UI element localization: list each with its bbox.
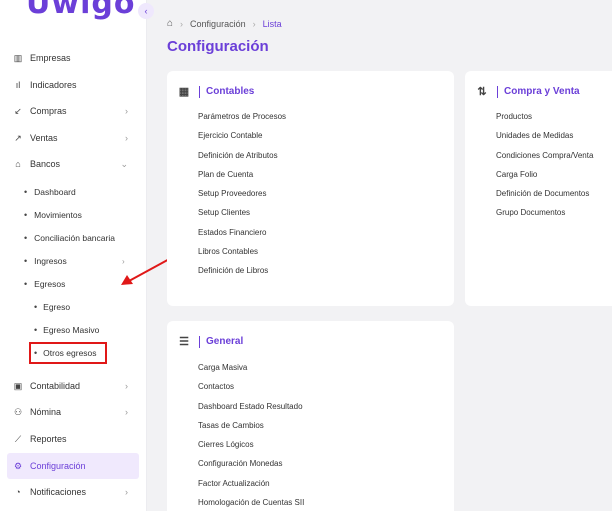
card-link[interactable]: Contactos <box>198 381 304 400</box>
app-logo: Uwigo <box>26 0 136 21</box>
submenu-item-egreso-masivo[interactable]: • Egreso Masivo <box>34 325 99 335</box>
breadcrumb-current: Lista <box>262 18 282 29</box>
sidebar-item-label: Contabilidad <box>30 381 81 391</box>
calculator-icon: ▣ <box>13 380 23 391</box>
card-link[interactable]: Setup Proveedores <box>198 188 286 207</box>
submenu-item-label: Egreso Masivo <box>43 325 100 335</box>
sidebar-item-reportes[interactable]: ⟋ Reportes <box>12 430 136 448</box>
chevron-right-icon: › <box>125 381 128 391</box>
card-link[interactable]: Ejercicio Contable <box>198 130 286 149</box>
arrow-up-right-icon: ↗ <box>14 132 22 143</box>
card-link-list: Parámetros de Procesos Ejercicio Contabl… <box>198 111 286 285</box>
submenu-item-egreso[interactable]: • Egreso <box>34 302 70 312</box>
swap-vertical-icon: ⇅ <box>477 86 487 98</box>
sidebar-item-compras[interactable]: ↙ Compras › <box>12 102 136 120</box>
sidebar-item-label: Empresas <box>30 53 71 63</box>
gear-icon: ⚙ <box>13 460 23 471</box>
sidebar-item-label: Indicadores <box>30 80 77 90</box>
card-link[interactable]: Definición de Libros <box>198 265 286 284</box>
sidebar-item-label: Reportes <box>30 434 67 444</box>
card-link-list: Carga Masiva Contactos Dashboard Estado … <box>198 362 304 511</box>
card-title: General <box>206 336 244 347</box>
card-link[interactable]: Tasas de Cambios <box>198 420 304 439</box>
bank-icon: ⌂ <box>15 159 21 169</box>
sidebar-item-label: Nómina <box>30 407 62 417</box>
sidebar-item-nomina[interactable]: ⚇ Nómina › <box>12 403 136 421</box>
calculator-icon: ▦ <box>178 86 190 98</box>
card-link[interactable]: Condiciones Compra/Venta <box>496 150 593 169</box>
card-link[interactable]: Parámetros de Procesos <box>198 111 286 130</box>
bell-icon: ◔ <box>15 487 21 497</box>
breadcrumb: ⌂ › Configuración › Lista <box>167 18 282 29</box>
submenu-item-movimientos[interactable]: • Movimientos <box>24 210 82 220</box>
card-link[interactable]: Definición de Atributos <box>198 150 286 169</box>
card-link[interactable]: Plan de Cuenta <box>198 169 286 188</box>
chevron-right-icon: › <box>125 133 128 143</box>
list-settings-icon: ☰ <box>179 336 189 348</box>
card-header: ⇅ Compra y Venta <box>475 85 580 98</box>
submenu-item-dashboard[interactable]: • Dashboard <box>24 187 76 197</box>
submenu-item-label: Dashboard <box>34 187 76 197</box>
card-title: Compra y Venta <box>504 86 580 97</box>
card-link[interactable]: Unidades de Medidas <box>496 130 593 149</box>
card-link[interactable]: Carga Masiva <box>198 362 304 381</box>
line-chart-icon: ⟋ <box>14 433 22 444</box>
chevron-right-icon: › <box>125 407 128 417</box>
submenu-item-conciliacion[interactable]: • Conciliación bancaria <box>24 233 115 243</box>
sidebar-item-label: Ventas <box>30 133 58 143</box>
sidebar-item-configuracion[interactable]: ⚙ Configuración <box>7 453 139 479</box>
card-link[interactable]: Carga Folio <box>496 169 593 188</box>
sidebar-item-empresas[interactable]: ▥ Empresas <box>12 49 136 67</box>
chevron-down-icon: ⌄ <box>120 158 128 169</box>
card-link[interactable]: Productos <box>496 111 593 130</box>
users-icon: ⚇ <box>13 406 23 417</box>
card-compra-venta: ⇅ Compra y Venta Productos Unidades de M… <box>465 71 612 306</box>
card-contables: ▦ Contables Parámetros de Procesos Ejerc… <box>167 71 454 306</box>
sidebar-item-label: Bancos <box>30 159 61 169</box>
card-header: ☰ General <box>177 335 243 348</box>
bar-chart-icon: ıl <box>15 80 21 90</box>
chevron-right-icon: › <box>125 487 128 497</box>
card-link[interactable]: Libros Contables <box>198 246 286 265</box>
home-icon[interactable]: ⌂ <box>167 18 173 29</box>
sidebar: Uwigo ▥ Empresas ıl Indicadores ↙ Compra… <box>0 0 174 511</box>
page-title: Configuración <box>167 38 269 55</box>
card-link[interactable]: Definición de Documentos <box>496 188 593 207</box>
submenu-item-label: Movimientos <box>34 210 82 220</box>
chevron-left-icon: ‹ <box>144 6 148 16</box>
sidebar-item-bancos[interactable]: ⌂ Bancos ⌄ <box>12 155 136 173</box>
sidebar-item-notificaciones[interactable]: ◔ Notificaciones › <box>12 483 136 501</box>
annotation-highlight-box <box>29 342 107 364</box>
card-link[interactable]: Factor Actualización <box>198 478 304 497</box>
card-link[interactable]: Setup Clientes <box>198 207 286 226</box>
sidebar-item-indicadores[interactable]: ıl Indicadores <box>12 76 136 94</box>
card-link[interactable]: Estados Financiero <box>198 227 286 246</box>
submenu-item-label: Ingresos <box>34 256 67 266</box>
card-general: ☰ General Carga Masiva Contactos Dashboa… <box>167 321 454 511</box>
card-link[interactable]: Homologación de Cuentas SII <box>198 497 304 511</box>
submenu-item-label: Egreso <box>43 302 71 312</box>
card-link[interactable]: Cierres Lógicos <box>198 439 304 458</box>
sidebar-item-contabilidad[interactable]: ▣ Contabilidad › <box>12 377 136 395</box>
card-link[interactable]: Configuración Monedas <box>198 458 304 477</box>
sidebar-item-label: Notificaciones <box>30 487 87 497</box>
submenu-item-label: Conciliación bancaria <box>34 233 115 243</box>
collapse-sidebar-button[interactable]: ‹ <box>138 3 154 19</box>
submenu-item-label: Egresos <box>34 279 66 289</box>
card-link[interactable]: Grupo Documentos <box>496 207 593 226</box>
card-header: ▦ Contables <box>177 85 254 98</box>
sidebar-item-label: Compras <box>30 106 67 116</box>
card-title: Contables <box>206 86 255 97</box>
building-icon: ▥ <box>13 52 23 63</box>
card-link[interactable]: Dashboard Estado Resultado <box>198 401 304 420</box>
breadcrumb-section[interactable]: Configuración <box>190 19 246 29</box>
chevron-right-icon: › <box>125 106 128 116</box>
sidebar-item-ventas[interactable]: ↗ Ventas › <box>12 129 136 147</box>
card-link-list: Productos Unidades de Medidas Condicione… <box>496 111 593 227</box>
arrow-down-left-icon: ↙ <box>14 105 22 116</box>
sidebar-item-label: Configuración <box>30 461 86 471</box>
